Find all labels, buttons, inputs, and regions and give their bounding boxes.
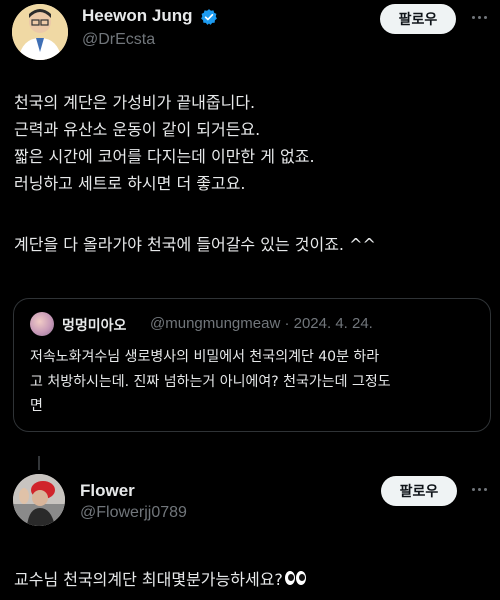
reply-author-avatar[interactable] (13, 474, 65, 526)
verified-badge-icon (201, 9, 217, 25)
reply-more-options-icon[interactable] (472, 488, 487, 491)
author-name[interactable]: Heewon Jung (82, 6, 193, 26)
quoted-author-name: 멍멍미아오 (62, 318, 127, 334)
tweet-body-line: 계단을 다 올라가야 천국에 들어갈수 있는 것이죠. ^^ (14, 235, 376, 254)
quoted-text-line: 면 (30, 398, 43, 414)
tweet-body-line: 천국의 계단은 가성비가 끝내줍니다. (14, 93, 256, 112)
eyes-emoji-icon (284, 571, 306, 585)
quoted-text-line: 고 처방하시는데. 진짜 넘하는거 아니에여? 천국가는데 그정도 (30, 374, 391, 390)
reply-avatar-photo (13, 474, 65, 526)
reply-text-row: 교수님 천국의계단 최대몇분가능하세요? (14, 566, 306, 590)
reply-author-name[interactable]: Flower (80, 481, 135, 501)
quoted-author-meta: @mungmungmeaw · 2024. 4. 24. (150, 315, 373, 332)
author-avatar[interactable] (12, 4, 68, 60)
quoted-text-line: 저속노화겨수님 생로병사의 비밀에서 천국의계단 40분 하라 (30, 349, 380, 365)
quoted-tweet-card[interactable]: 멍멍미아오 @mungmungmeaw · 2024. 4. 24. 저속노화겨… (13, 298, 491, 432)
follow-button[interactable]: 팔로우 (380, 4, 456, 34)
quoted-author-avatar (30, 312, 54, 336)
reply-text: 교수님 천국의계단 최대몇분가능하세요? (14, 570, 283, 589)
reply-follow-button[interactable]: 팔로우 (381, 476, 457, 506)
author-handle[interactable]: @DrEcsta (82, 31, 155, 49)
author-avatar-portrait (12, 4, 68, 60)
reply-author-handle[interactable]: @Flowerjj0789 (80, 504, 187, 522)
tweet-body-line: 짧은 시간에 코어를 다지는데 이만한 게 없죠. (14, 147, 315, 166)
tweet-body-line: 근력과 유산소 운동이 같이 되거든요. (14, 120, 261, 139)
thread-connector (38, 456, 40, 470)
tweet-body-line: 러닝하고 세트로 하시면 더 좋고요. (14, 174, 246, 193)
more-options-icon[interactable] (472, 16, 487, 19)
